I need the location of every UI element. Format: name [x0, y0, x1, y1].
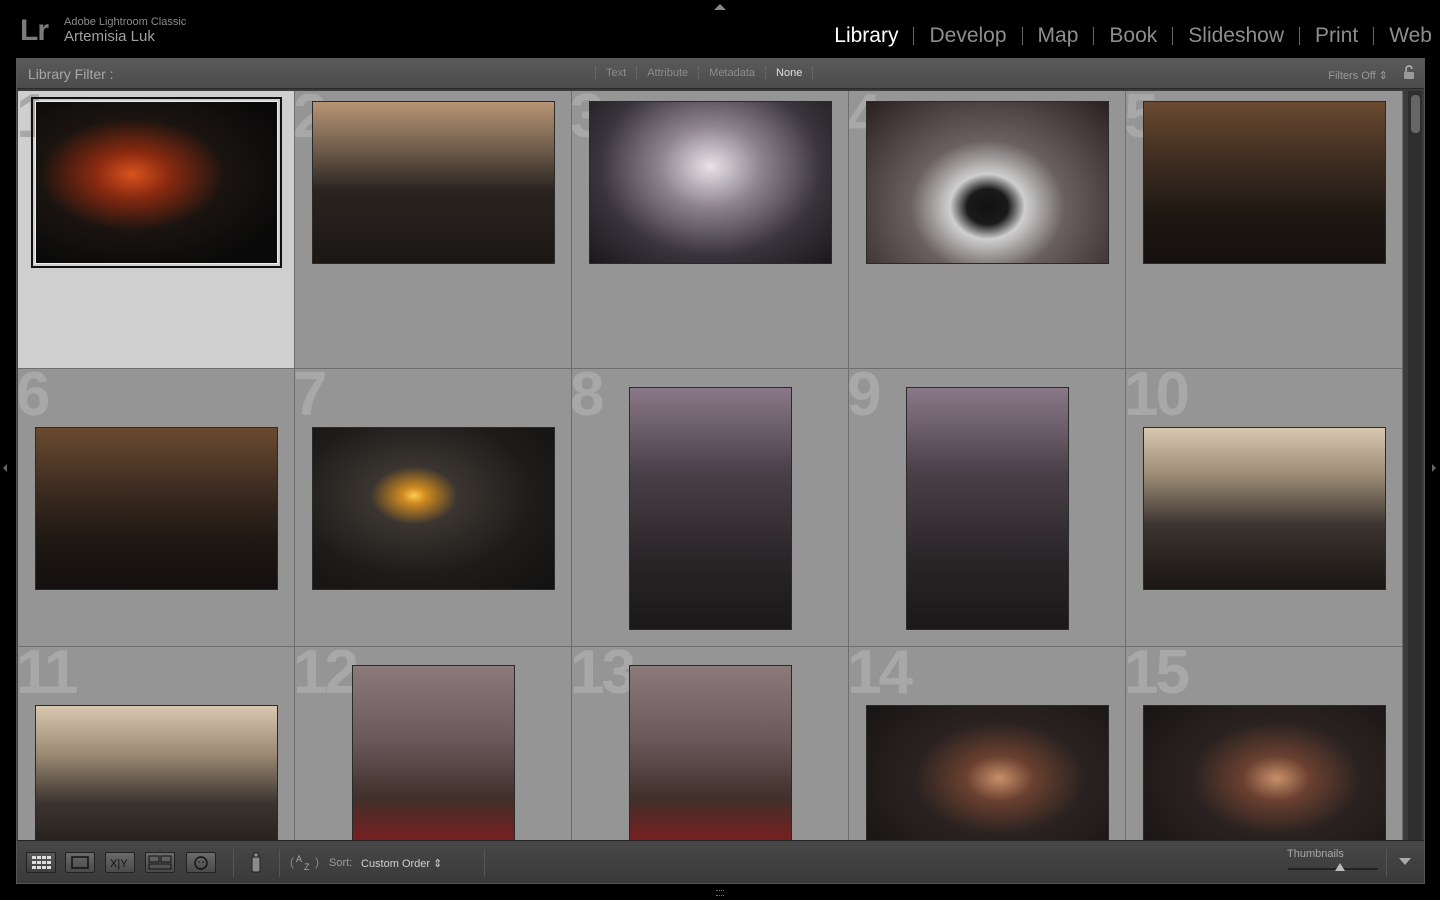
product-name: Adobe Lightroom Classic — [64, 16, 187, 28]
photo-thumbnail[interactable] — [312, 101, 555, 264]
user-name: Artemisia Luk — [64, 28, 155, 45]
sort-direction-icon[interactable]: ( A Z ) — [289, 851, 323, 873]
cell-index-number: 14 — [849, 647, 913, 707]
module-map[interactable]: Map — [1023, 24, 1094, 48]
lock-icon[interactable] — [1403, 65, 1415, 80]
survey-view-button[interactable] — [145, 852, 175, 873]
svg-text:X|Y: X|Y — [110, 858, 128, 870]
thumbnail-grid: 1 2 3 4 5 6 7 8 9 10 11 12 13 14 15 — [18, 91, 1403, 840]
module-slideshow[interactable]: Slideshow — [1173, 24, 1299, 48]
thumbnail-size-slider-knob[interactable] — [1335, 863, 1345, 871]
grid-cell[interactable]: 5 — [1126, 91, 1403, 369]
cell-index-number: 12 — [295, 647, 359, 707]
grid-cell[interactable]: 6 — [18, 369, 295, 647]
collapse-top-panel-icon[interactable] — [714, 4, 726, 10]
grid-cell[interactable]: 2 — [295, 91, 572, 369]
cell-index-number: 7 — [295, 369, 328, 429]
grid-cell[interactable]: 1 — [18, 91, 295, 369]
identity-plate: Lr Adobe Lightroom Classic Artemisia Luk… — [0, 0, 1440, 58]
grid-cell[interactable]: 3 — [572, 91, 849, 369]
photo-thumbnail[interactable] — [35, 427, 278, 590]
grid-view-icon — [32, 856, 51, 869]
grid-cell[interactable]: 9 — [849, 369, 1126, 647]
svg-text:A: A — [296, 854, 302, 864]
photo-thumbnail[interactable] — [1143, 427, 1386, 590]
module-web[interactable]: Web — [1374, 24, 1432, 48]
library-filter-bar: Library Filter : Text Attribute Metadata… — [17, 59, 1424, 89]
scrollbar-thumb[interactable] — [1411, 95, 1420, 133]
grid-cell[interactable]: 7 — [295, 369, 572, 647]
svg-text:): ) — [315, 855, 319, 869]
thumbnails-label: Thumbnails — [1287, 848, 1344, 860]
toolbar-divider — [1386, 849, 1387, 877]
loupe-view-icon — [71, 856, 89, 869]
filter-tab-attribute[interactable]: Attribute — [636, 67, 698, 79]
compare-view-button[interactable]: X|Y — [105, 852, 135, 873]
grid-cell[interactable]: 11 — [18, 647, 295, 840]
people-view-button[interactable] — [186, 852, 216, 873]
loupe-view-button[interactable] — [65, 852, 95, 873]
filter-presets-dropdown[interactable]: Filters Off ⇕ — [1328, 69, 1388, 82]
photo-thumbnail[interactable] — [352, 665, 515, 840]
grid-cell[interactable]: 15 — [1126, 647, 1403, 840]
cell-index-number: 13 — [572, 647, 636, 707]
photo-thumbnail[interactable] — [35, 705, 278, 840]
people-view-icon — [194, 856, 208, 870]
photo-thumbnail[interactable] — [1143, 101, 1386, 264]
module-book[interactable]: Book — [1094, 24, 1172, 48]
svg-text:(: ( — [290, 855, 294, 869]
module-library[interactable]: Library — [819, 24, 913, 48]
toolbar-divider — [233, 849, 234, 877]
survey-view-icon — [148, 855, 172, 870]
filter-tabs: Text Attribute Metadata None — [595, 67, 814, 79]
library-toolbar: X|Y ( A Z ) Sort: Custom Order ⇕ Thumbna… — [17, 840, 1424, 883]
photo-thumbnail[interactable] — [866, 705, 1109, 840]
cell-index-number: 11 — [18, 647, 79, 707]
photo-thumbnail[interactable] — [1143, 705, 1386, 840]
cell-index-number: 15 — [1126, 647, 1190, 707]
library-filter-title: Library Filter : — [28, 66, 114, 82]
grid-cell[interactable]: 14 — [849, 647, 1126, 840]
photo-thumbnail[interactable] — [906, 387, 1069, 630]
photo-thumbnail[interactable] — [629, 665, 792, 840]
library-main-panel: Library Filter : Text Attribute Metadata… — [16, 58, 1425, 884]
grid-cell[interactable]: 13 — [572, 647, 849, 840]
show-left-panel-icon[interactable] — [3, 464, 7, 472]
compare-view-icon: X|Y — [110, 858, 128, 870]
toolbar-divider — [484, 849, 485, 877]
module-print[interactable]: Print — [1300, 24, 1373, 48]
show-filmstrip-icon[interactable] — [716, 890, 724, 896]
filter-tab-metadata[interactable]: Metadata — [698, 67, 765, 79]
grid-cell[interactable]: 8 — [572, 369, 849, 647]
photo-thumbnail[interactable] — [866, 101, 1109, 264]
thumbnail-size-slider[interactable] — [1288, 868, 1378, 870]
module-develop[interactable]: Develop — [914, 24, 1021, 48]
photo-thumbnail[interactable] — [589, 101, 832, 264]
cell-index-number: 9 — [849, 369, 882, 429]
svg-text:Z: Z — [304, 862, 310, 872]
grid-scrollbar[interactable] — [1408, 91, 1422, 840]
grid-cell[interactable]: 4 — [849, 91, 1126, 369]
lightroom-logo: Lr — [20, 14, 49, 47]
photo-thumbnail[interactable] — [31, 97, 282, 268]
cell-index-number: 10 — [1126, 369, 1190, 429]
grid-view-button[interactable] — [26, 852, 56, 873]
toolbar-options-menu-icon[interactable] — [1399, 858, 1411, 865]
toolbar-divider — [279, 849, 280, 877]
show-right-panel-icon[interactable] — [1432, 464, 1436, 472]
cell-index-number: 8 — [572, 369, 605, 429]
module-picker: Library Develop Map Book Slideshow Print… — [819, 24, 1432, 48]
photo-thumbnail[interactable] — [312, 427, 555, 590]
cell-index-number: 6 — [18, 369, 51, 429]
sort-label: Sort: — [329, 857, 353, 869]
filter-tab-text[interactable]: Text — [595, 67, 636, 79]
photo-thumbnail[interactable] — [629, 387, 792, 630]
grid-cell[interactable]: 10 — [1126, 369, 1403, 647]
painter-spray-can-icon[interactable] — [248, 850, 264, 874]
sort-order-dropdown[interactable]: Custom Order ⇕ — [361, 857, 442, 870]
grid-cell[interactable]: 12 — [295, 647, 572, 840]
filter-tab-none[interactable]: None — [765, 67, 814, 79]
